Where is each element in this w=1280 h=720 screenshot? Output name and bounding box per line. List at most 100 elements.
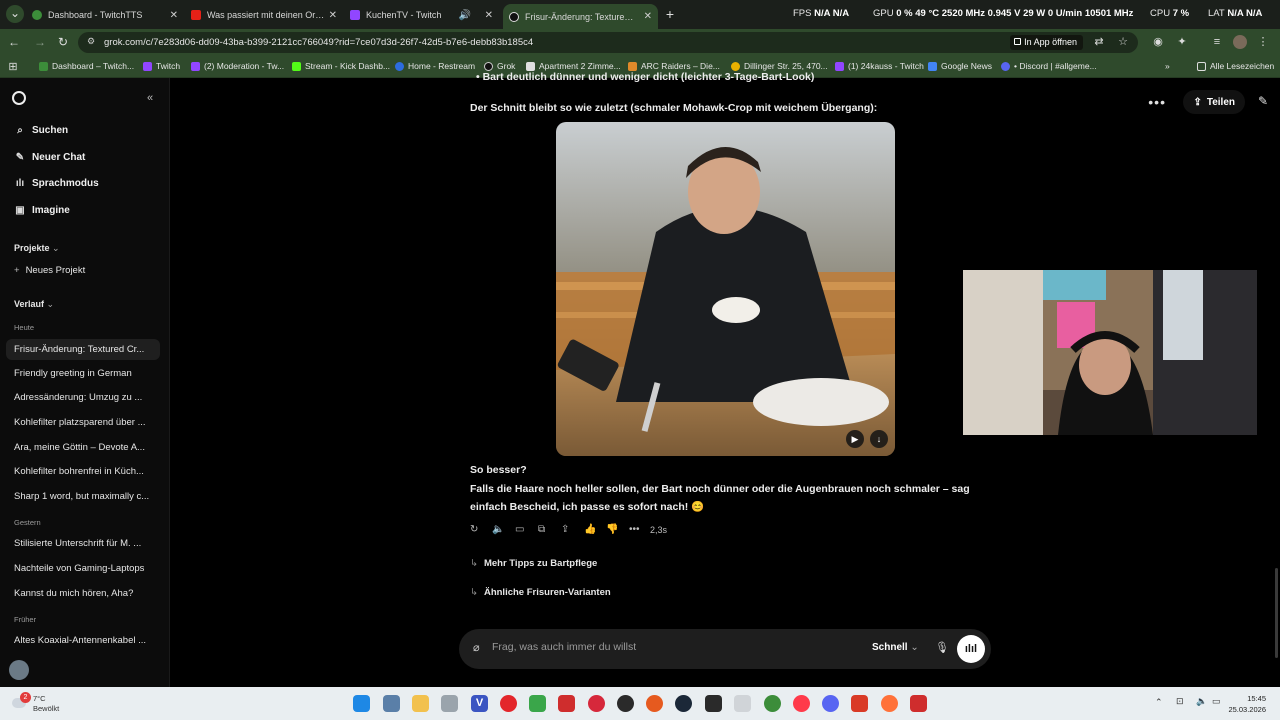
history-item[interactable]: Kannst du mich hören, Aha? xyxy=(14,588,159,599)
tab-youtube-organe[interactable]: Was passiert mit deinen Organen ✕ xyxy=(185,4,343,26)
open-in-app-button[interactable]: In App öffnen xyxy=(1010,35,1083,50)
attach-icon[interactable]: ⌀ xyxy=(473,641,480,654)
close-icon[interactable]: ✕ xyxy=(329,10,337,21)
url-bar[interactable]: ⚙ grok.com/c/7e283d06-dd09-43ba-b399-212… xyxy=(78,32,1138,53)
history-item[interactable]: Kohlefilter bohrenfrei in Küch... xyxy=(14,466,159,477)
projects-toggle[interactable]: Projekte ⌄ xyxy=(14,243,60,254)
red-bird-icon[interactable] xyxy=(851,695,868,712)
translate-icon[interactable]: ⇄ xyxy=(1092,35,1106,49)
firefox-icon[interactable] xyxy=(881,695,898,712)
close-icon[interactable]: ✕ xyxy=(485,10,493,21)
nav-voice-mode[interactable]: ılı Sprachmodus xyxy=(14,178,99,189)
obs-studio-icon[interactable] xyxy=(617,695,634,712)
bookmark-item[interactable]: Twitch xyxy=(143,61,180,71)
history-toggle[interactable]: Verlauf ⌄ xyxy=(14,299,54,310)
generated-image[interactable]: ▶ ↓ xyxy=(556,122,895,456)
read-aloud-icon[interactable]: 🔈 xyxy=(492,524,504,535)
history-item[interactable]: Altes Koaxial-Antennenkabel ... xyxy=(14,635,159,646)
bookmark-item[interactable]: (1) 24kauss - Twitch xyxy=(835,61,924,71)
bookmark-item[interactable]: • Discord | #allgeme... xyxy=(1001,61,1097,71)
bookmark-item[interactable]: (2) Moderation - Tw... xyxy=(191,61,284,71)
network-app-icon[interactable] xyxy=(734,695,751,712)
regenerate-icon[interactable]: ↻ xyxy=(470,524,478,535)
orange-app-icon[interactable] xyxy=(646,695,663,712)
tab-grok-active[interactable]: Frisur-Änderung: Textured Crop ✕ xyxy=(503,4,658,29)
history-item[interactable]: Kohlefilter platzsparend über ... xyxy=(14,417,159,428)
puzzle-icon[interactable]: ✦ xyxy=(1175,35,1189,49)
apps-grid-icon[interactable]: ⊞ xyxy=(6,60,20,74)
history-item[interactable]: Nachteile von Gaming-Laptops xyxy=(14,563,159,574)
url-text[interactable]: grok.com/c/7e283d06-dd09-43ba-b399-2121c… xyxy=(104,37,533,48)
bookmark-item[interactable]: Grok xyxy=(484,61,515,71)
history-item[interactable]: Ara, meine Göttin – Devote A... xyxy=(14,442,159,453)
collapse-sidebar-icon[interactable]: « xyxy=(147,92,153,104)
history-item[interactable]: Stilisierte Unterschrift für M. ... xyxy=(14,538,159,549)
history-item[interactable]: Adressänderung: Umzug zu ... xyxy=(14,392,159,403)
download-icon[interactable]: ↓ xyxy=(870,430,888,448)
tab-kuchentv-twitch[interactable]: KuchenTV - Twitch 🔊 ✕ xyxy=(344,4,499,26)
grok-logo-icon[interactable] xyxy=(12,91,26,105)
chat-input[interactable] xyxy=(492,641,852,653)
site-info-icon[interactable]: ⚙ xyxy=(87,36,95,47)
profile-avatar[interactable] xyxy=(1233,35,1247,49)
copy-icon[interactable]: ⧉ xyxy=(538,524,545,535)
red-app-icon[interactable] xyxy=(500,695,517,712)
mode-select[interactable]: Schnell ⌄ xyxy=(872,642,919,653)
share-button[interactable]: ⇪ Teilen xyxy=(1183,90,1245,114)
more-bookmarks-icon[interactable]: » xyxy=(1165,61,1170,71)
chrome-icon[interactable] xyxy=(764,695,781,712)
back-icon[interactable]: ← xyxy=(6,34,22,50)
microphone-icon[interactable]: 🎙 xyxy=(935,641,949,654)
nav-new-chat[interactable]: ✎ Neuer Chat xyxy=(14,152,86,163)
streaming-app-icon[interactable] xyxy=(910,695,927,712)
voice-mode-button[interactable]: ılıl xyxy=(957,635,985,663)
nav-imagine[interactable]: ▣ Imagine xyxy=(14,205,70,216)
history-item[interactable]: Friendly greeting in German xyxy=(14,368,159,379)
tab-dashboard-twitchtts[interactable]: Dashboard - TwitchTTS ✕ xyxy=(26,4,184,26)
thumbs-up-icon[interactable]: 👍 xyxy=(584,524,596,535)
video-icon[interactable]: ▶ xyxy=(846,430,864,448)
bookmark-star-icon[interactable]: ☆ xyxy=(1116,35,1130,49)
file-explorer-icon[interactable] xyxy=(412,695,429,712)
tray-battery-icon[interactable]: ▭ xyxy=(1212,696,1221,707)
menu-icon[interactable]: ⋮ xyxy=(1256,35,1270,49)
mouse-app-icon[interactable] xyxy=(441,695,458,712)
history-item[interactable]: Sharp 1 word, but maximally c... xyxy=(14,491,159,502)
record-app-icon[interactable] xyxy=(588,695,605,712)
scrollbar[interactable] xyxy=(1275,568,1278,658)
more-options-icon[interactable]: ••• xyxy=(1148,94,1166,110)
compose-icon[interactable]: ✎ xyxy=(1258,94,1268,108)
suggestion-hairstyles[interactable]: ↳ Ähnliche Frisuren-Varianten xyxy=(470,587,611,598)
bookmark-item[interactable]: ARC Raiders – Die... xyxy=(628,61,720,71)
comment-icon[interactable]: ▭ xyxy=(515,524,524,535)
avatar[interactable] xyxy=(9,660,29,680)
extension-icon[interactable]: ◉ xyxy=(1151,35,1165,49)
suggestion-beard-care[interactable]: ↳ Mehr Tipps zu Bartpflege xyxy=(470,558,597,569)
all-bookmarks[interactable]: Alle Lesezeichen xyxy=(1197,61,1274,71)
tray-network-icon[interactable]: ⊡ xyxy=(1176,696,1184,707)
bookmark-item[interactable]: Dashboard – Twitch... xyxy=(39,61,134,71)
green-app-icon[interactable] xyxy=(529,695,546,712)
media-icon[interactable]: ≡ xyxy=(1210,35,1224,49)
bookmark-item[interactable]: Dillinger Str. 25, 470... xyxy=(731,61,828,71)
calculator-icon[interactable] xyxy=(383,695,400,712)
history-item-active[interactable]: Frisur-Änderung: Textured Cr... xyxy=(6,339,160,360)
tray-speaker-icon[interactable]: 🔈 xyxy=(1196,696,1207,707)
forward-icon[interactable]: → xyxy=(32,34,48,50)
system-clock[interactable]: 15:45 25.03.2026 xyxy=(1228,693,1266,715)
discord-icon[interactable] xyxy=(822,695,839,712)
tray-chevron-icon[interactable]: ⌃ xyxy=(1155,697,1163,708)
more-icon[interactable]: ••• xyxy=(629,524,640,535)
bookmark-item[interactable]: Apartment 2 Zimme... xyxy=(526,61,621,71)
steam-icon[interactable] xyxy=(675,695,692,712)
bookmark-item[interactable]: Home - Restream xyxy=(395,61,475,71)
v-app-icon[interactable]: V xyxy=(471,695,488,712)
new-tab-button[interactable]: + xyxy=(662,6,678,22)
close-icon[interactable]: ✕ xyxy=(644,11,652,22)
epic-games-icon[interactable] xyxy=(705,695,722,712)
bookmark-item[interactable]: Stream - Kick Dashb... xyxy=(292,61,390,71)
tab-search-icon[interactable]: ⌄ xyxy=(6,5,24,23)
opera-icon[interactable] xyxy=(793,695,810,712)
share-icon[interactable]: ⇪ xyxy=(561,524,569,535)
bookmark-item[interactable]: Google News xyxy=(928,61,992,71)
